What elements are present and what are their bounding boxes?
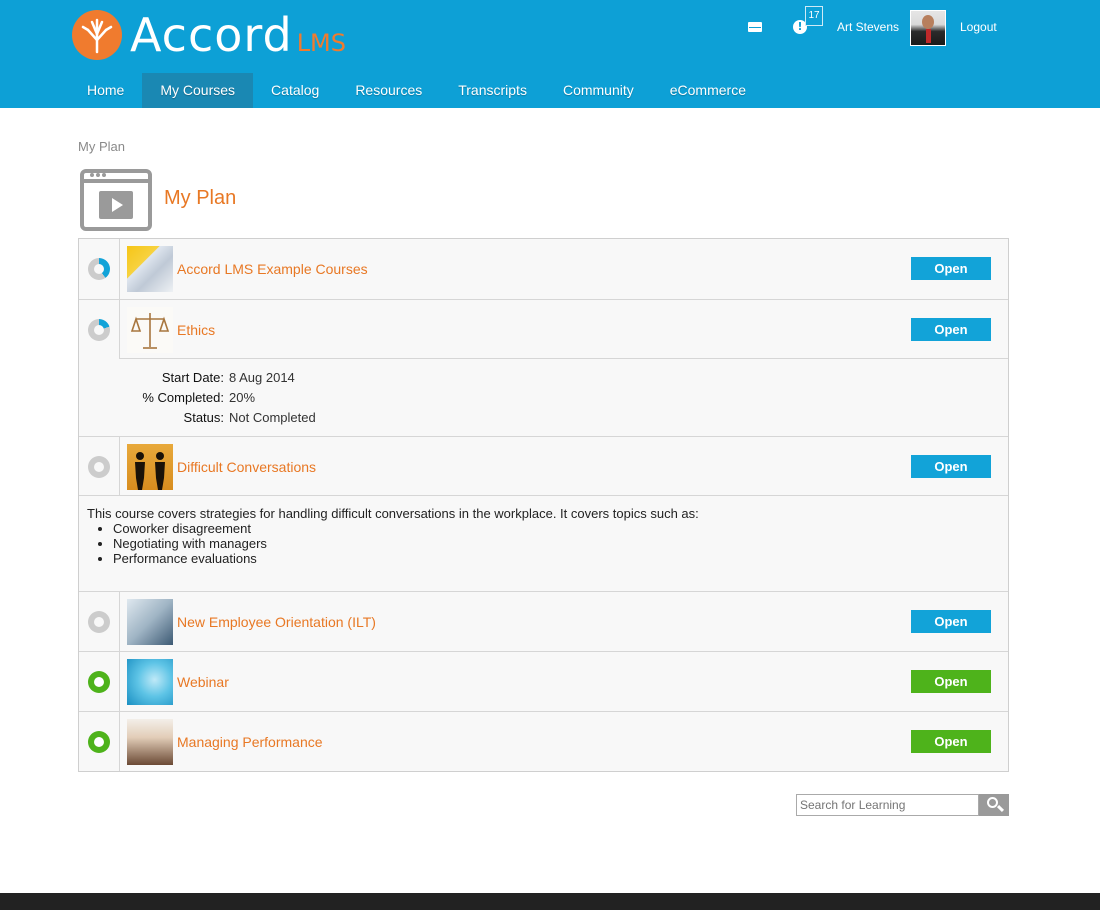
silhouettes-thumbnail[interactable] xyxy=(127,444,173,490)
alert-count-badge[interactable]: 17 xyxy=(805,6,823,26)
nav-item-ecommerce[interactable]: eCommerce xyxy=(652,73,764,108)
list-item: Performance evaluations xyxy=(113,551,1008,566)
nav-item-my-courses[interactable]: My Courses xyxy=(142,73,254,108)
complete-ring-icon xyxy=(88,731,110,753)
start-date-value: 8 Aug 2014 xyxy=(229,370,295,385)
user-name-link[interactable]: Art Stevens xyxy=(837,20,899,34)
progress-ring-icon xyxy=(88,611,110,633)
nav-item-catalog[interactable]: Catalog xyxy=(253,73,337,108)
course-title-link[interactable]: Accord LMS Example Courses xyxy=(177,261,368,277)
course-title-link[interactable]: Webinar xyxy=(177,674,229,690)
status-label: Status: xyxy=(183,410,224,425)
course-title-link[interactable]: Difficult Conversations xyxy=(177,459,316,475)
main-nav: Home My Courses Catalog Resources Transc… xyxy=(69,73,764,108)
course-details: Start Date: 8 Aug 2014 % Completed: 20% … xyxy=(120,358,1008,436)
mail-icon[interactable] xyxy=(748,22,762,32)
course-title-link[interactable]: New Employee Orientation (ILT) xyxy=(177,614,376,630)
open-button[interactable]: Open xyxy=(911,318,991,341)
description-text: This course covers strategies for handli… xyxy=(87,506,699,521)
list-item: Coworker disagreement xyxy=(113,521,1008,536)
percent-completed-value: 20% xyxy=(229,390,256,405)
search-button[interactable] xyxy=(979,794,1009,816)
site-header: Accord LMS ! 17 Art Stevens Logout Home … xyxy=(0,0,1100,108)
logout-link[interactable]: Logout xyxy=(960,20,997,34)
status-value: Not Completed xyxy=(229,410,316,425)
plan-list: Accord LMS Example Courses Open Ethics O… xyxy=(78,238,1009,772)
list-item: Webinar Open xyxy=(79,651,1008,711)
open-button[interactable]: Open xyxy=(911,455,991,478)
professional-woman-thumbnail[interactable] xyxy=(127,719,173,765)
list-item: Ethics Open xyxy=(79,299,1008,359)
search-input[interactable] xyxy=(796,794,979,816)
percent-completed-label: % Completed: xyxy=(142,390,224,405)
progress-ring-icon xyxy=(88,319,110,341)
nav-item-community[interactable]: Community xyxy=(545,73,652,108)
course-title-link[interactable]: Ethics xyxy=(177,322,215,338)
open-button[interactable]: Open xyxy=(911,670,991,693)
list-item: Difficult Conversations Open xyxy=(79,436,1008,496)
page-title: My Plan xyxy=(164,187,237,209)
open-button[interactable]: Open xyxy=(911,257,991,280)
list-item: Managing Performance Open xyxy=(79,711,1008,771)
video-course-icon xyxy=(80,169,152,231)
course-description: This course covers strategies for handli… xyxy=(79,495,1008,591)
list-item: Negotiating with managers xyxy=(113,536,1008,551)
course-thumbnail[interactable] xyxy=(127,246,173,292)
topic-list: Coworker disagreement Negotiating with m… xyxy=(113,521,1008,566)
nav-item-resources[interactable]: Resources xyxy=(337,73,440,108)
meeting-thumbnail[interactable] xyxy=(127,599,173,645)
nav-item-home[interactable]: Home xyxy=(69,73,142,108)
complete-ring-icon xyxy=(88,671,110,693)
list-item: Accord LMS Example Courses Open xyxy=(79,239,1008,299)
learning-search xyxy=(796,794,1009,816)
avatar[interactable] xyxy=(910,10,946,46)
webinar-thumbnail[interactable] xyxy=(127,659,173,705)
progress-ring-icon xyxy=(88,258,110,280)
user-toolbar: ! 17 Art Stevens Logout xyxy=(0,0,1100,60)
start-date-label: Start Date: xyxy=(161,370,224,385)
scales-of-justice-thumbnail[interactable] xyxy=(127,307,173,353)
breadcrumb: My Plan xyxy=(78,139,125,154)
course-title-link[interactable]: Managing Performance xyxy=(177,734,323,750)
open-button[interactable]: Open xyxy=(911,730,991,753)
page-footer xyxy=(0,893,1100,910)
progress-ring-icon xyxy=(88,456,110,478)
nav-item-transcripts[interactable]: Transcripts xyxy=(440,73,545,108)
open-button[interactable]: Open xyxy=(911,610,991,633)
list-item: New Employee Orientation (ILT) Open xyxy=(79,591,1008,651)
